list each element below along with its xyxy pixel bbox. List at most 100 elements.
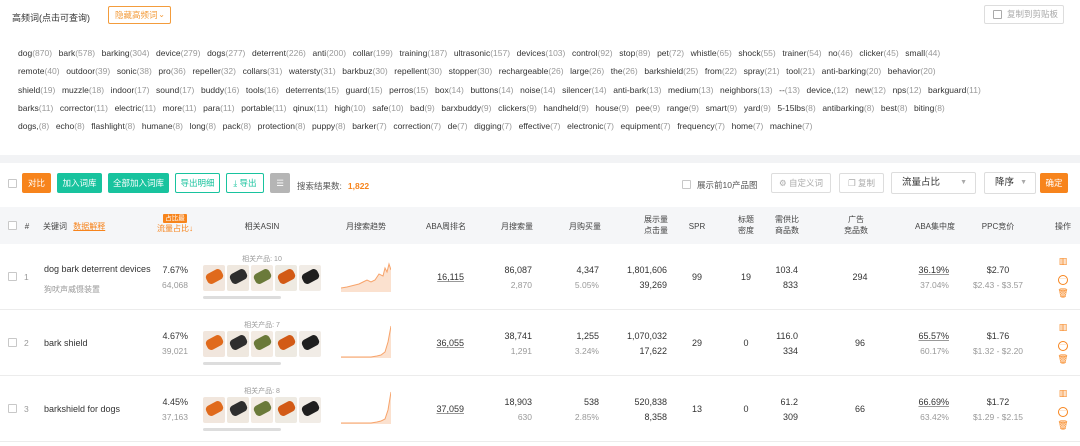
keyword-chip[interactable]: pet(72) <box>657 44 684 62</box>
keyword-chip[interactable]: house(9) <box>595 99 629 117</box>
keyword-chip[interactable]: antibarking(8) <box>822 99 874 117</box>
keyword-chip[interactable]: clickers(9) <box>498 99 537 117</box>
keyword-chip[interactable]: anti(200) <box>312 44 346 62</box>
thumbnail-scrollbar[interactable] <box>203 362 281 365</box>
keyword-chip[interactable]: noise(14) <box>520 81 555 99</box>
keyword-chip[interactable]: pee(9) <box>636 99 661 117</box>
keyword-link[interactable]: bark shield <box>44 338 88 348</box>
keyword-chip[interactable]: home(7) <box>732 117 764 135</box>
product-image[interactable] <box>299 397 321 423</box>
keyword-chip[interactable]: whistle(65) <box>691 44 732 62</box>
keyword-chip[interactable]: barxbuddy(9) <box>441 99 491 117</box>
keyword-chip[interactable]: 5-15lbs(8) <box>777 99 815 117</box>
keyword-chip[interactable]: small(44) <box>905 44 940 62</box>
product-image[interactable] <box>227 265 249 291</box>
keyword-chip[interactable]: machine(7) <box>770 117 813 135</box>
col-spr[interactable]: SPR <box>682 221 712 232</box>
keyword-chip[interactable]: pro(36) <box>158 62 185 80</box>
keyword-chip[interactable]: barkguard(11) <box>928 81 981 99</box>
add-to-library-button[interactable]: 加入词库 <box>57 173 102 193</box>
show-top10-toggle[interactable]: 展示前10产品图 <box>682 179 757 191</box>
keyword-chip[interactable]: dogs(277) <box>207 44 245 62</box>
keyword-chip[interactable]: muzzle(18) <box>62 81 104 99</box>
copy-button[interactable]: ❐ 复制 <box>839 173 884 193</box>
product-image[interactable] <box>203 265 225 291</box>
aba-rank[interactable]: 36,055 <box>418 338 464 348</box>
row-checkbox[interactable] <box>8 272 17 281</box>
keyword-chip[interactable]: trainer(54) <box>782 44 821 62</box>
keyword-chip[interactable]: training(187) <box>399 44 447 62</box>
col-ad-competitors[interactable]: 广告 竞品数 <box>831 214 881 236</box>
thumbnail-scrollbar[interactable] <box>203 428 281 431</box>
keyword-chip[interactable]: shield(19) <box>18 81 55 99</box>
keyword-link[interactable]: dog bark deterrent devices <box>44 264 151 274</box>
keyword-chip[interactable]: buttons(14) <box>470 81 513 99</box>
keyword-chip[interactable]: outdoor(39) <box>66 62 110 80</box>
product-image[interactable] <box>299 331 321 357</box>
keyword-chip[interactable]: deterrent(226) <box>252 44 306 62</box>
col-title-density[interactable]: 标题 密度 <box>731 214 761 236</box>
keyword-chip[interactable]: portable(11) <box>241 99 286 117</box>
keyword-chip[interactable]: perros(15) <box>389 81 428 99</box>
table-row[interactable]: 2 bark shield 4.67% 39,021 相关产品: 7 36,05… <box>0 310 1080 376</box>
keyword-chip[interactable]: dog(870) <box>18 44 52 62</box>
product-image[interactable] <box>275 265 297 291</box>
keyword-chip[interactable]: tools(16) <box>246 81 279 99</box>
copy-to-clipboard-button[interactable]: 复制到剪贴板 <box>984 5 1064 24</box>
keyword-chip[interactable]: nps(12) <box>893 81 922 99</box>
keyword-chip[interactable]: rechargeable(26) <box>499 62 564 80</box>
product-image[interactable] <box>203 331 225 357</box>
compare-button[interactable]: 对比 <box>22 173 51 193</box>
keyword-chip[interactable]: ultrasonic(157) <box>454 44 510 62</box>
keyword-chip[interactable]: corrector(11) <box>60 99 108 117</box>
row-checkbox[interactable] <box>8 404 17 413</box>
keyword-chip[interactable]: barks(11) <box>18 99 53 117</box>
aba-rank[interactable]: 37,059 <box>418 404 464 414</box>
chart-icon[interactable]: ▥ <box>1057 321 1069 333</box>
keyword-chip[interactable]: flashlight(8) <box>91 117 135 135</box>
keyword-chip[interactable]: safe(10) <box>372 99 403 117</box>
column-settings-button[interactable]: ☰ <box>270 173 290 193</box>
keyword-chip[interactable]: sound(17) <box>156 81 194 99</box>
keyword-chip[interactable]: bad(9) <box>410 99 435 117</box>
keyword-chip[interactable]: spray(21) <box>744 62 780 80</box>
keyword-chip[interactable]: frequency(7) <box>677 117 725 135</box>
hide-keywords-button[interactable]: 隐藏高频词 ⌄ <box>108 6 171 24</box>
keyword-chip[interactable]: bark(578) <box>59 44 95 62</box>
keyword-chip[interactable]: biting(8) <box>914 99 945 117</box>
col-monthly-purchase[interactable]: 月购买量 <box>563 221 607 232</box>
keyword-chip[interactable]: yard(9) <box>744 99 771 117</box>
col-monthly-search[interactable]: 月搜索量 <box>495 221 539 232</box>
trash-icon[interactable]: 🗑 <box>1057 419 1069 431</box>
keyword-chip[interactable]: electric(11) <box>115 99 156 117</box>
keyword-chip[interactable]: smart(9) <box>706 99 738 117</box>
keyword-chip[interactable]: handheld(9) <box>543 99 588 117</box>
keyword-chip[interactable]: range(9) <box>667 99 699 117</box>
keyword-link[interactable]: barkshield for dogs <box>44 404 120 414</box>
keyword-chip[interactable]: silencer(14) <box>562 81 606 99</box>
col-impressions-clicks[interactable]: 展示量 点击量 <box>636 214 676 236</box>
product-image[interactable] <box>275 331 297 357</box>
add-all-to-library-button[interactable]: 全部加入词库 <box>108 173 169 193</box>
keyword-chip[interactable]: dogs,(8) <box>18 117 49 135</box>
more-icon[interactable]: ··· <box>1057 271 1069 285</box>
keyword-chip[interactable]: buddy(16) <box>201 81 239 99</box>
sort-field-select[interactable]: 流量占比 ▼ <box>891 172 976 194</box>
col-aba-concentration[interactable]: ABA集中度 <box>905 221 965 232</box>
keyword-chip[interactable]: stopper(30) <box>449 62 493 80</box>
keyword-chip[interactable]: behavior(20) <box>888 62 936 80</box>
keyword-chip[interactable]: box(14) <box>435 81 464 99</box>
product-image[interactable] <box>251 265 273 291</box>
keyword-chip[interactable]: best(8) <box>881 99 908 117</box>
keyword-chip[interactable]: devices(103) <box>517 44 566 62</box>
keyword-chip[interactable]: control(92) <box>572 44 613 62</box>
product-image[interactable] <box>203 397 225 423</box>
keyword-chip[interactable]: guard(15) <box>346 81 383 99</box>
keyword-chip[interactable]: barkshield(25) <box>644 62 698 80</box>
keyword-chip[interactable]: no(46) <box>828 44 853 62</box>
keyword-chip[interactable]: sonic(38) <box>117 62 152 80</box>
trash-icon[interactable]: 🗑 <box>1057 353 1069 365</box>
chart-icon[interactable]: ▥ <box>1057 387 1069 399</box>
keyword-chip[interactable]: large(26) <box>570 62 604 80</box>
keyword-chip[interactable]: long(8) <box>190 117 217 135</box>
